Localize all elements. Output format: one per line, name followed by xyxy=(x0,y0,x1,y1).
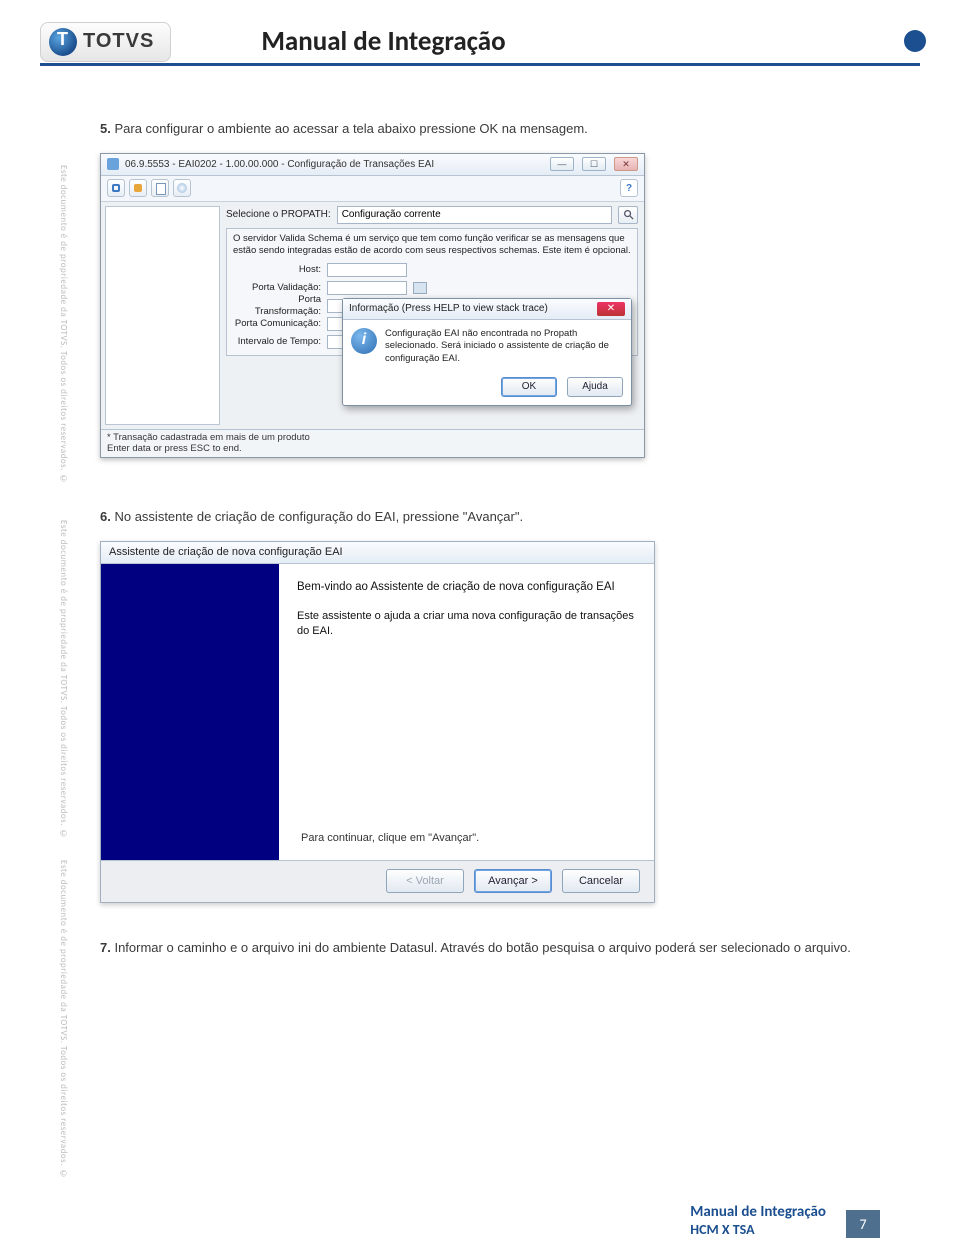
toolbar-icon-2[interactable] xyxy=(129,179,147,197)
propath-label: Selecione o PROPATH: xyxy=(226,209,331,220)
search-icon xyxy=(623,209,634,220)
logo-mark-icon xyxy=(49,28,77,56)
copyright-vertical: Este documento é de propriedade da TOTVS… xyxy=(58,860,69,1180)
content-area: 5. Para configurar o ambiente ao acessar… xyxy=(100,120,860,972)
field-porta-com-label: Porta Comunicação: xyxy=(233,318,321,330)
toolbar: ? xyxy=(101,176,644,202)
help-icon[interactable]: ? xyxy=(620,179,638,197)
step-5-body: Para configurar o ambiente ao acessar a … xyxy=(114,121,587,136)
field-porta-valid-label: Porta Validação: xyxy=(233,282,321,294)
screenshot-eai-wizard: Assistente de criação de nova configuraç… xyxy=(100,541,655,903)
status-bar: * Transação cadastrada em mais de um pro… xyxy=(101,429,644,457)
footer-title: Manual de Integração xyxy=(690,1203,826,1221)
field-porta-trans-label: Porta Transformação: xyxy=(233,294,321,318)
info-dialog: Informação (Press HELP to view stack tra… xyxy=(342,298,632,406)
page-footer: Manual de Integração HCM X TSA 7 xyxy=(100,1203,880,1238)
app-icon xyxy=(107,158,119,170)
step-7-text: 7. Informar o caminho e o arquivo ini do… xyxy=(100,939,860,958)
step-7-body: Informar o caminho e o arquivo ini do am… xyxy=(114,940,850,955)
page-header: TOTVS Manual de Integração xyxy=(40,20,920,66)
field-host-input[interactable] xyxy=(327,263,407,277)
footer-subtitle: HCM X TSA xyxy=(690,1221,826,1238)
copyright-vertical: Este documento é de propriedade da TOTVS… xyxy=(58,520,69,840)
wizard-footer: < Voltar Avançar > Cancelar xyxy=(101,860,654,902)
info-dialog-message: Configuração EAI não encontrada no Propa… xyxy=(385,328,623,365)
left-tree-panel[interactable] xyxy=(105,206,220,425)
toolbar-icon-4[interactable] xyxy=(173,179,191,197)
status-line-2: Enter data or press ESC to end. xyxy=(107,443,638,454)
schema-description: O servidor Valida Schema é um serviço qu… xyxy=(233,233,631,257)
status-line-1: * Transação cadastrada em mais de um pro… xyxy=(107,432,638,443)
step-5-text: 5. Para configurar o ambiente ao acessar… xyxy=(100,120,860,139)
wizard-sidebar xyxy=(101,564,279,860)
propath-input[interactable] xyxy=(337,206,612,224)
info-dialog-close-button[interactable]: ✕ xyxy=(597,302,625,316)
wizard-titlebar: Assistente de criação de nova configuraç… xyxy=(101,542,654,564)
toolbar-icon-3[interactable] xyxy=(151,179,169,197)
logo-text: TOTVS xyxy=(83,30,154,53)
header-endcap-icon xyxy=(904,30,926,52)
back-button[interactable]: < Voltar xyxy=(386,869,464,893)
ajuda-button[interactable]: Ajuda xyxy=(567,377,623,397)
wizard-welcome: Bem-vindo ao Assistente de criação de no… xyxy=(297,580,636,596)
close-button[interactable]: ✕ xyxy=(614,157,638,171)
cancel-button[interactable]: Cancelar xyxy=(562,869,640,893)
toolbar-icon-1[interactable] xyxy=(107,179,125,197)
window-title: 06.9.5553 - EAI0202 - 1.00.00.000 - Conf… xyxy=(125,159,542,170)
step-6-text: 6. No assistente de criação de configura… xyxy=(100,508,860,527)
minimize-button[interactable]: — xyxy=(550,157,574,171)
page-title: Manual de Integração xyxy=(261,25,505,58)
step-6-body: No assistente de criação de configuração… xyxy=(114,509,523,524)
wizard-continue-hint: Para continuar, clique em "Avançar". xyxy=(301,832,479,844)
maximize-button[interactable]: ☐ xyxy=(582,157,606,171)
info-icon: i xyxy=(351,328,377,354)
info-dialog-title: Informação (Press HELP to view stack tra… xyxy=(349,303,597,314)
field-host-label: Host: xyxy=(233,264,321,276)
field-intervalo-label: Intervalo de Tempo: xyxy=(233,336,321,348)
window-titlebar: 06.9.5553 - EAI0202 - 1.00.00.000 - Conf… xyxy=(101,154,644,176)
step-6-number: 6. xyxy=(100,509,111,524)
ok-button[interactable]: OK xyxy=(501,377,557,397)
copyright-vertical: Este documento é de propriedade da TOTVS… xyxy=(58,165,69,485)
logo: TOTVS xyxy=(40,22,171,62)
flag-icon[interactable] xyxy=(413,282,427,294)
wizard-body-text: Este assistente o ajuda a criar uma nova… xyxy=(297,609,636,639)
wizard-title: Assistente de criação de nova configuraç… xyxy=(109,546,343,558)
next-button[interactable]: Avançar > xyxy=(474,869,552,893)
screenshot-eai-config-window: 06.9.5553 - EAI0202 - 1.00.00.000 - Conf… xyxy=(100,153,645,458)
step-5-number: 5. xyxy=(100,121,111,136)
right-panel: Selecione o PROPATH: O servidor Valida S… xyxy=(224,202,644,429)
search-button[interactable] xyxy=(618,206,638,224)
page-number: 7 xyxy=(846,1210,880,1238)
field-porta-valid-input[interactable] xyxy=(327,281,407,295)
step-7-number: 7. xyxy=(100,940,111,955)
wizard-main: Bem-vindo ao Assistente de criação de no… xyxy=(279,564,654,860)
